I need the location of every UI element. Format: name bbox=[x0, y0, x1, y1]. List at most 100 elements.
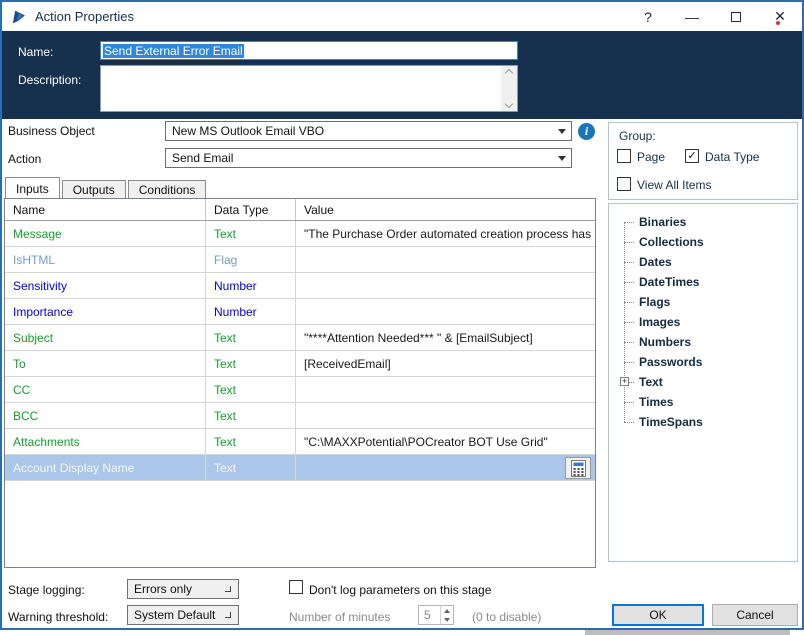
minutes-spinner[interactable]: 5 bbox=[418, 605, 454, 625]
cancel-button[interactable]: Cancel bbox=[712, 604, 798, 626]
param-cell: Attachments bbox=[5, 429, 206, 454]
red-dot-artifact bbox=[776, 21, 780, 25]
param-cell[interactable] bbox=[296, 273, 595, 298]
column-header-name[interactable]: Name bbox=[5, 199, 206, 220]
info-icon[interactable]: i bbox=[578, 123, 595, 140]
business-object-dropdown[interactable]: New MS Outlook Email VBO bbox=[165, 121, 572, 141]
title-bar[interactable]: Action Properties ? — ✕ bbox=[2, 2, 802, 31]
table-row[interactable]: Sensitivity Number bbox=[5, 273, 595, 299]
inputs-table: Name Data Type Value Message Text "The Pur… bbox=[4, 198, 596, 568]
minutes-hint: (0 to disable) bbox=[472, 610, 542, 624]
ok-button[interactable]: OK bbox=[612, 604, 704, 626]
name-input-selected-text: Send External Error Email bbox=[103, 43, 244, 58]
tab-inputs[interactable]: Inputs bbox=[5, 177, 60, 198]
expand-plus-icon[interactable]: + bbox=[620, 377, 629, 386]
param-cell: Subject bbox=[5, 325, 206, 350]
dont-log-checkbox[interactable] bbox=[289, 580, 303, 594]
scroll-up-icon[interactable] bbox=[504, 68, 514, 78]
action-value: Send Email bbox=[172, 151, 234, 165]
warning-threshold-dropdown[interactable]: System Default bbox=[127, 605, 239, 625]
param-cell: Sensitivity bbox=[5, 273, 206, 298]
stage-logging-dropdown[interactable]: Errors only bbox=[127, 579, 239, 599]
data-items-tree: Binaries Collections Dates DateTimes Flags Im… bbox=[608, 203, 798, 562]
stage-logging-value: Errors only bbox=[134, 582, 193, 596]
param-cell[interactable] bbox=[296, 247, 595, 272]
page-checkbox[interactable] bbox=[617, 149, 631, 163]
tree-item-times[interactable]: Times bbox=[609, 392, 797, 412]
description-input[interactable] bbox=[100, 65, 518, 112]
spinner-up-icon[interactable] bbox=[444, 608, 450, 613]
param-cell: BCC bbox=[5, 403, 206, 428]
background-remnant-gray bbox=[585, 630, 790, 635]
table-row[interactable]: Account Display Name Text bbox=[5, 455, 595, 481]
tree-item-numbers[interactable]: Numbers bbox=[609, 332, 797, 352]
table-row[interactable]: Attachments Text "C:\MAXXPotential\POCreat… bbox=[5, 429, 595, 455]
tree-item-label: Flags bbox=[639, 295, 671, 309]
scroll-down-icon[interactable] bbox=[504, 99, 514, 109]
column-header-value[interactable]: Value bbox=[296, 199, 595, 220]
param-cell[interactable]: [ReceivedEmail] bbox=[296, 351, 595, 376]
param-cell[interactable] bbox=[296, 403, 595, 428]
minimize-button[interactable]: — bbox=[670, 2, 714, 31]
tree-item-text[interactable]: + Text bbox=[609, 372, 797, 392]
table-row[interactable]: Importance Number bbox=[5, 299, 595, 325]
warning-threshold-label: Warning threshold: bbox=[8, 610, 109, 624]
stage-logging-label: Stage logging: bbox=[8, 583, 85, 597]
background-remnant bbox=[0, 630, 804, 635]
param-cell[interactable]: "****Attention Needed*** " & [EmailSubje… bbox=[296, 325, 595, 350]
tree-item-binaries[interactable]: Binaries bbox=[609, 212, 797, 232]
tree-item-dates[interactable]: Dates bbox=[609, 252, 797, 272]
calculator-icon bbox=[570, 459, 586, 477]
param-cell[interactable]: "The Purchase Order automated creation p… bbox=[296, 221, 595, 246]
name-input[interactable]: Send External Error Email bbox=[100, 41, 518, 60]
tab-outputs[interactable]: Outputs bbox=[61, 180, 126, 198]
tab-conditions[interactable]: Conditions bbox=[127, 180, 207, 198]
param-cell[interactable] bbox=[296, 299, 595, 324]
spinner-down-icon[interactable] bbox=[444, 617, 450, 622]
table-row[interactable]: Subject Text "****Attention Needed*** " & … bbox=[5, 325, 595, 351]
tree-item-label: Binaries bbox=[639, 215, 687, 229]
expression-editor-button[interactable] bbox=[565, 457, 591, 479]
table-row[interactable]: CC Text bbox=[5, 377, 595, 403]
tree-item-label: DateTimes bbox=[639, 275, 700, 289]
tree-item-timespans[interactable]: TimeSpans bbox=[609, 412, 797, 432]
tree-item-passwords[interactable]: Passwords bbox=[609, 352, 797, 372]
table-row[interactable]: BCC Text bbox=[5, 403, 595, 429]
param-cell: Importance bbox=[5, 299, 206, 324]
table-row[interactable]: To Text [ReceivedEmail] bbox=[5, 351, 595, 377]
action-dropdown[interactable]: Send Email bbox=[165, 148, 572, 168]
maximize-button[interactable] bbox=[714, 2, 758, 31]
close-button[interactable]: ✕ bbox=[758, 2, 802, 31]
tree-item-datetimes[interactable]: DateTimes bbox=[609, 272, 797, 292]
tree-item-images[interactable]: Images bbox=[609, 312, 797, 332]
table-row[interactable]: Message Text "The Purchase Order automated… bbox=[5, 221, 595, 247]
view-all-items-checkbox[interactable] bbox=[617, 177, 631, 191]
spinner-arrows[interactable] bbox=[440, 606, 453, 624]
window-title: Action Properties bbox=[35, 9, 134, 24]
param-cell[interactable] bbox=[296, 377, 595, 402]
param-cell: Text bbox=[206, 221, 296, 246]
table-row[interactable]: IsHTML Flag bbox=[5, 247, 595, 273]
param-cell: Text bbox=[206, 377, 296, 402]
param-cell[interactable]: "C:\MAXXPotential\POCreator BOT Use Grid… bbox=[296, 429, 595, 454]
name-label: Name: bbox=[18, 45, 54, 59]
data-type-checkbox[interactable]: ✓ bbox=[685, 149, 699, 163]
param-cell: CC bbox=[5, 377, 206, 402]
help-button[interactable]: ? bbox=[626, 2, 670, 31]
action-label: Action bbox=[8, 152, 42, 166]
tree-items: Binaries Collections Dates DateTimes Flags Im… bbox=[609, 212, 797, 432]
param-cell: To bbox=[5, 351, 206, 376]
tree-item-flags[interactable]: Flags bbox=[609, 292, 797, 312]
column-header-type[interactable]: Data Type bbox=[206, 199, 296, 220]
action-properties-dialog: Action Properties ? — ✕ Name: Send Exter… bbox=[0, 0, 804, 630]
param-cell: IsHTML bbox=[5, 247, 206, 272]
tree-item-label: Images bbox=[639, 315, 681, 329]
tree-item-collections[interactable]: Collections bbox=[609, 232, 797, 252]
param-cell: Text bbox=[206, 325, 296, 350]
number-of-minutes-label: Number of minutes bbox=[289, 610, 391, 624]
description-scrollbar[interactable] bbox=[501, 66, 517, 111]
param-cell: Text bbox=[206, 403, 296, 428]
param-cell: Number bbox=[206, 299, 296, 324]
tab-strip: Inputs Outputs Conditions bbox=[5, 177, 208, 198]
param-cell[interactable] bbox=[296, 455, 595, 480]
